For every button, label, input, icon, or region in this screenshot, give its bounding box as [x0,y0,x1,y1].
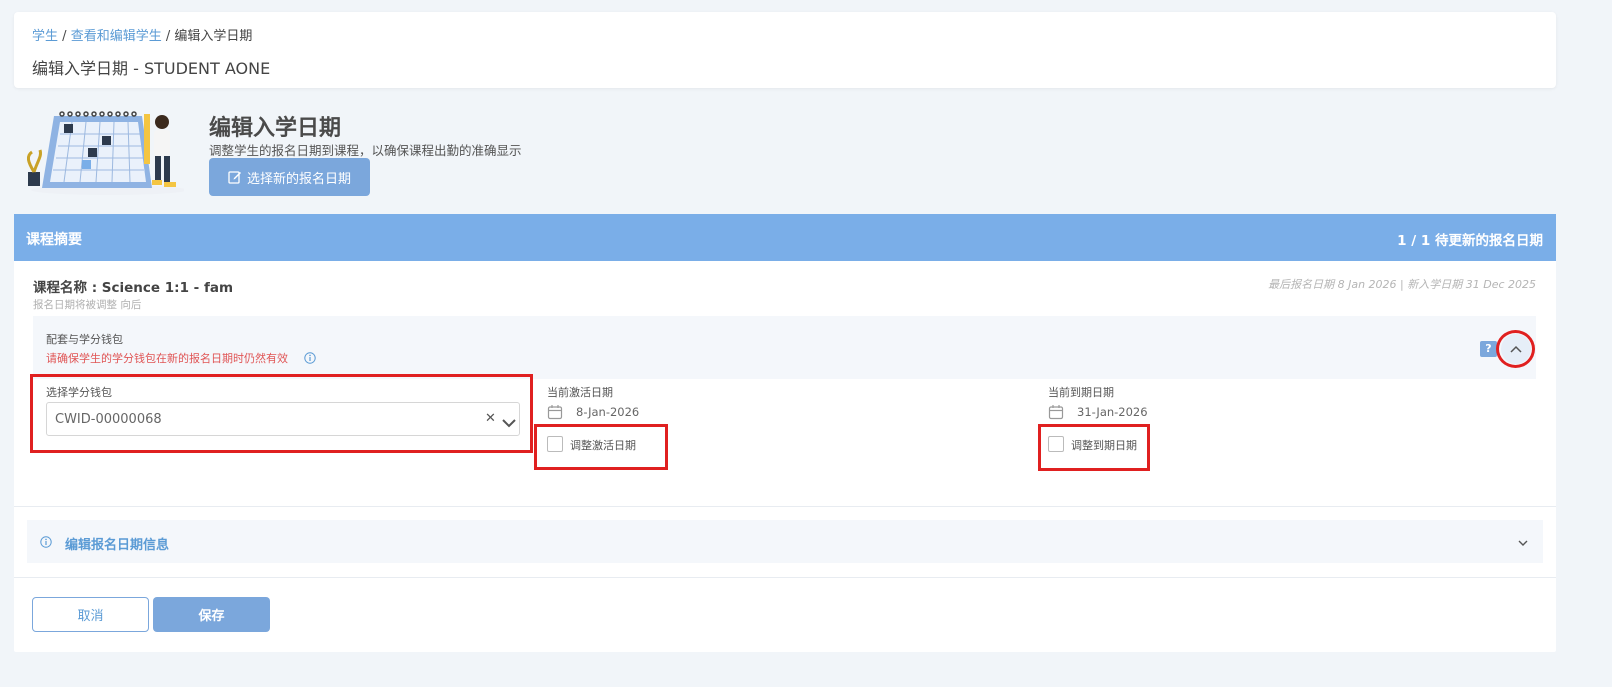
breadcrumb-separator: / [62,29,67,44]
save-button-label: 保存 [198,609,225,624]
breadcrumb-separator: / [165,29,171,44]
highlight-activation-checkbox [534,424,668,470]
expiry-date-value: 31-Jan-2026 [1077,405,1148,419]
course-dates-meta: 最后报名日期 8 Jan 2026 | 新入学日期 31 Dec 2025 [1268,278,1536,291]
save-button[interactable]: 保存 [153,597,270,632]
course-summary-header: 课程摘要 1 / 1 待更新的报名日期 [14,214,1556,261]
header-card: 学生 / 查看和编辑学生 / 编辑入学日期 编辑入学日期 - STUDENT A… [14,12,1556,88]
package-wallet-heading: 配套与学分钱包 [46,333,123,346]
hero-title: 编辑入学日期 [209,116,342,141]
select-new-enrollment-date-label: 选择新的报名日期 [246,171,351,187]
hero-subtitle: 调整学生的报名日期到课程，以确保课程出勤的准确显示 [209,143,522,158]
breadcrumb-view-edit-link[interactable]: 查看和编辑学生 [71,29,162,44]
activation-date-label: 当前激活日期 [547,386,613,399]
cancel-button[interactable]: 取消 [32,597,149,632]
highlight-wallet-select [30,374,533,453]
breadcrumb-students-link[interactable]: 学生 [32,29,58,44]
highlight-collapse-ring [1496,330,1535,368]
course-summary-card: 课程摘要 1 / 1 待更新的报名日期 课程名称 : Science 1:1 -… [14,214,1556,652]
divider [14,577,1556,578]
package-wallet-panel: 配套与学分钱包 请确保学生的学分钱包在新的报名日期时仍然有效 ? [33,316,1536,379]
calendar-illustration-icon [26,111,187,195]
info-icon[interactable] [304,349,316,364]
edit-enrollment-info-accordion[interactable]: 编辑报名日期信息 [27,520,1543,563]
edit-icon [228,171,241,184]
package-wallet-warning: 请确保学生的学分钱包在新的报名日期时仍然有效 [46,352,288,365]
page-title: 编辑入学日期 - STUDENT AONE [32,59,271,78]
select-new-enrollment-date-button[interactable]: 选择新的报名日期 [209,158,370,196]
edit-enrollment-info-label: 编辑报名日期信息 [65,538,170,553]
help-icon[interactable]: ? [1480,341,1497,357]
course-adjust-note: 报名日期将被调整 向后 [33,299,142,311]
chevron-down-icon[interactable] [1518,532,1528,551]
calendar-icon [1048,404,1064,424]
cancel-button-label: 取消 [77,609,104,624]
highlight-expiry-checkbox [1038,424,1150,471]
info-icon [40,533,52,552]
activation-date-value: 8-Jan-2026 [576,405,640,419]
calendar-illustration [24,104,187,196]
course-name: 课程名称 : Science 1:1 - fam [33,280,234,296]
divider [14,506,1556,507]
breadcrumb-current: 编辑入学日期 [174,29,253,44]
calendar-icon [547,404,563,424]
breadcrumb: 学生 / 查看和编辑学生 / 编辑入学日期 [32,25,252,44]
course-summary-title: 课程摘要 [26,232,82,248]
expiry-date-label: 当前到期日期 [1048,386,1114,399]
pending-update-count: 1 / 1 待更新的报名日期 [1397,233,1543,249]
